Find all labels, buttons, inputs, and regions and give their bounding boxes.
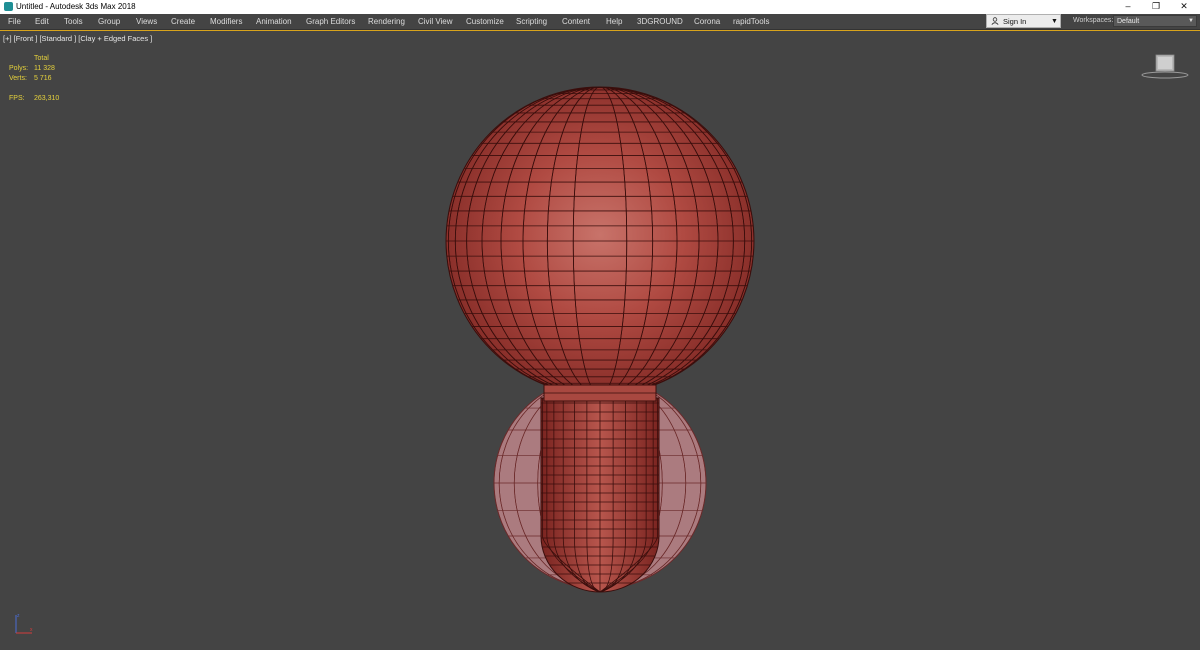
user-icon [991,17,999,25]
restore-button[interactable]: ❐ [1142,0,1170,14]
menu-file[interactable]: File [8,16,21,27]
title-bar: Untitled - Autodesk 3ds Max 2018 – ❐ ✕ [0,0,1200,14]
menu-content[interactable]: Content [562,16,590,27]
minimize-button[interactable]: – [1114,0,1142,14]
menu-animation[interactable]: Animation [256,16,292,27]
menu-group[interactable]: Group [98,16,120,27]
menu-modifiers[interactable]: Modifiers [210,16,242,27]
workspaces-value: Default [1117,18,1140,25]
neck-ring [543,384,657,402]
menu-graph-editors[interactable]: Graph Editors [306,16,355,27]
dropdown-arrow-icon: ▼ [1051,18,1058,25]
menu-3dground[interactable]: 3DGROUND [637,16,683,27]
signin-label: Sign In [1003,17,1027,26]
menu-scripting[interactable]: Scripting [516,16,547,27]
workspaces-select[interactable]: Default ▼ [1113,15,1197,27]
close-button[interactable]: ✕ [1170,0,1198,14]
menu-edit[interactable]: Edit [35,16,49,27]
menu-create[interactable]: Create [171,16,195,27]
menu-rapidtools[interactable]: rapidTools [733,16,769,27]
menu-rendering[interactable]: Rendering [368,16,405,27]
model-mesh[interactable] [0,31,1200,650]
main-sphere [445,86,755,396]
menu-corona[interactable]: Corona [694,16,720,27]
signin-button[interactable]: Sign In ▼ [986,14,1061,28]
app-icon [4,2,13,11]
workspaces-label: Workspaces: [1073,17,1114,24]
menu-tools[interactable]: Tools [64,16,83,27]
menu-help[interactable]: Help [606,16,622,27]
capsule-body [540,397,660,593]
menu-customize[interactable]: Customize [466,16,504,27]
front-viewport[interactable]: [+] [Front ] [Standard ] [Clay + Edged F… [0,30,1200,649]
menu-views[interactable]: Views [136,16,157,27]
chevron-down-icon: ▼ [1188,18,1194,24]
window-title: Untitled - Autodesk 3ds Max 2018 [16,2,136,11]
menu-civil-view[interactable]: Civil View [418,16,453,27]
